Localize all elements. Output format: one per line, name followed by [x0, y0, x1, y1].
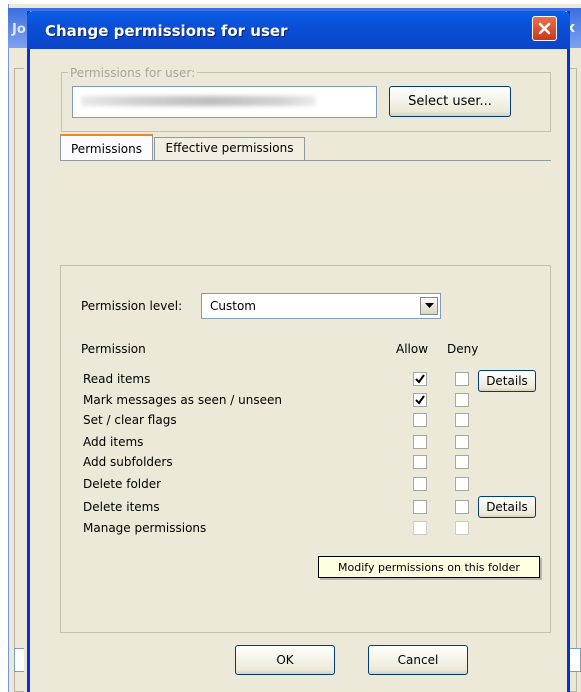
tab-divider	[60, 160, 551, 161]
permission-level-value: Custom	[210, 299, 256, 313]
permissions-for-user-label: Permissions for user:	[68, 66, 198, 80]
deny-delete-items-checkbox[interactable]	[455, 500, 469, 514]
chevron-down-icon	[424, 303, 434, 308]
allow-set-flags-checkbox[interactable]	[413, 413, 427, 427]
column-header-permission: Permission	[81, 342, 146, 356]
deny-manage-permissions-checkbox[interactable]	[455, 521, 469, 535]
allow-mark-seen-checkbox[interactable]	[413, 393, 427, 407]
background-window-title: Jo	[12, 22, 26, 37]
delete-items-details-button[interactable]: Details	[478, 496, 536, 518]
column-header-deny: Deny	[447, 342, 479, 356]
deny-set-flags-checkbox[interactable]	[455, 413, 469, 427]
tab-permissions[interactable]: Permissions	[60, 134, 153, 161]
permission-mark-seen-label: Mark messages as seen / unseen	[83, 393, 282, 407]
background-field-right	[570, 648, 581, 672]
permission-level-select[interactable]: Custom	[201, 293, 441, 319]
checkmark-icon	[415, 374, 425, 384]
permission-add-subfolders-label: Add subfolders	[83, 455, 173, 469]
permission-read-items-label: Read items	[83, 372, 151, 386]
cancel-button[interactable]: Cancel	[368, 645, 468, 675]
tooltip: Modify permissions on this folder	[318, 556, 540, 578]
blurred-user-name	[81, 96, 316, 106]
permission-level-label: Permission level:	[81, 299, 183, 313]
column-header-allow: Allow	[396, 342, 429, 356]
allow-add-subfolders-checkbox[interactable]	[413, 455, 427, 469]
select-user-button[interactable]: Select user...	[389, 86, 511, 117]
deny-add-subfolders-checkbox[interactable]	[455, 455, 469, 469]
permission-delete-items-label: Delete items	[83, 500, 160, 514]
permission-add-items-label: Add items	[83, 435, 144, 449]
permission-set-flags-label: Set / clear flags	[83, 413, 177, 427]
deny-mark-seen-checkbox[interactable]	[455, 393, 469, 407]
allow-add-items-checkbox[interactable]	[413, 435, 427, 449]
close-button[interactable]	[532, 16, 557, 41]
dropdown-arrow-button[interactable]	[420, 297, 438, 315]
allow-manage-permissions-checkbox[interactable]	[413, 521, 427, 535]
read-items-details-button[interactable]: Details	[478, 370, 536, 392]
checkmark-icon	[415, 395, 425, 405]
deny-add-items-checkbox[interactable]	[455, 435, 469, 449]
background-field-left	[14, 648, 24, 672]
close-icon	[538, 22, 551, 35]
deny-delete-folder-checkbox[interactable]	[455, 477, 469, 491]
allow-delete-items-checkbox[interactable]	[413, 500, 427, 514]
tab-effective-permissions[interactable]: Effective permissions	[154, 137, 305, 160]
permission-manage-permissions-label: Manage permissions	[83, 521, 207, 535]
user-name-field	[72, 86, 377, 118]
permission-delete-folder-label: Delete folder	[83, 477, 162, 491]
ok-button[interactable]: OK	[235, 645, 335, 675]
allow-delete-folder-checkbox[interactable]	[413, 477, 427, 491]
background-panel-left	[14, 68, 24, 692]
allow-read-items-checkbox[interactable]	[413, 372, 427, 386]
deny-read-items-checkbox[interactable]	[455, 372, 469, 386]
dialog-title: Change permissions for user	[45, 22, 288, 40]
